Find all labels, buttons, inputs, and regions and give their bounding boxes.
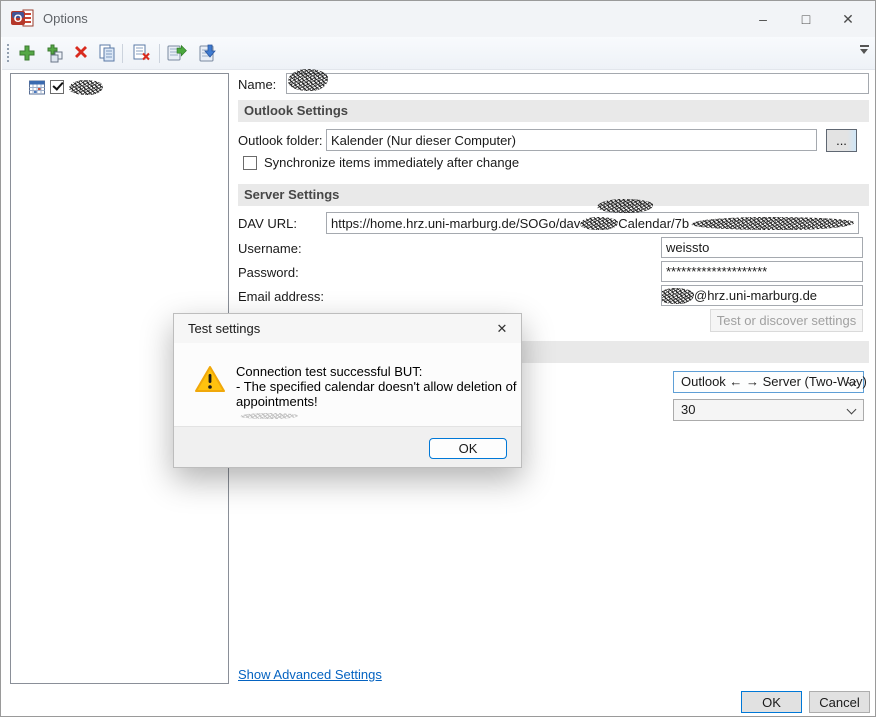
calendar-icon <box>29 80 45 95</box>
warning-icon <box>194 365 226 397</box>
import-profiles-icon[interactable] <box>194 40 220 66</box>
name-input[interactable] <box>286 73 869 94</box>
redacted-dialog-text <box>240 413 298 419</box>
title-bar: O Options – □ ✕ <box>1 1 875 37</box>
ok-button[interactable]: OK <box>741 691 802 713</box>
cancel-button[interactable]: Cancel <box>809 691 870 713</box>
dialog-ok-button[interactable]: OK <box>429 438 507 459</box>
window-title: Options <box>43 11 88 26</box>
export-profiles-icon[interactable] <box>164 40 190 66</box>
server-settings-header: Server Settings <box>238 184 869 206</box>
outlook-folder-input[interactable]: Kalender (Nur dieser Computer) <box>326 129 817 151</box>
username-label: Username: <box>238 241 302 256</box>
dialog-title: Test settings <box>174 314 521 343</box>
sync-interval-select[interactable]: 30 <box>673 399 864 421</box>
email-label: Email address: <box>238 289 324 304</box>
username-input[interactable]: weissto <box>661 237 863 258</box>
password-input[interactable]: ******************** <box>661 261 863 282</box>
close-button[interactable]: ✕ <box>831 4 865 34</box>
outlook-settings-header: Outlook Settings <box>238 100 869 122</box>
redacted-name-value <box>288 69 328 91</box>
dialog-close-icon[interactable]: ✕ <box>485 314 519 343</box>
dav-url-label: DAV URL: <box>238 216 297 231</box>
test-settings-button: Test or discover settings <box>710 309 863 332</box>
password-label: Password: <box>238 265 299 280</box>
outlook-folder-label: Outlook folder: <box>238 133 323 148</box>
redacted-url-part <box>691 217 854 230</box>
toolbar-separator <box>122 44 123 63</box>
redacted-email-local-part <box>661 288 694 304</box>
show-advanced-settings-link[interactable]: Show Advanced Settings <box>238 667 382 682</box>
add-multiple-profiles-icon[interactable] <box>42 40 68 66</box>
add-profile-icon[interactable] <box>14 40 40 66</box>
chevron-down-icon <box>847 405 857 415</box>
delete-profile-icon[interactable] <box>68 40 94 66</box>
sync-immediately-label: Synchronize items immediately after chan… <box>264 155 519 170</box>
dialog-message: Connection test successful BUT: - The sp… <box>236 364 528 409</box>
email-input[interactable]: @hrz.uni-marburg.de <box>661 285 863 306</box>
copy-profile-icon[interactable] <box>94 40 120 66</box>
redacted-url-part <box>580 217 618 230</box>
minimize-button[interactable]: – <box>746 4 780 34</box>
toolbar-overflow-icon[interactable] <box>858 45 870 57</box>
profile-list-item[interactable] <box>29 78 103 96</box>
redacted-profile-name <box>69 80 103 95</box>
redacted-url-overflow <box>597 199 653 213</box>
test-settings-dialog: Test settings ✕ Connection test successf… <box>173 313 522 468</box>
toolbar <box>2 37 876 70</box>
maximize-button[interactable]: □ <box>789 4 823 34</box>
name-label: Name: <box>238 77 276 92</box>
dav-url-input[interactable]: https://home.hrz.uni-marburg.de/SOGo/dav… <box>326 212 859 234</box>
options-window: O Options – □ ✕ <box>0 0 876 717</box>
profile-enabled-checkbox[interactable] <box>50 80 64 94</box>
sync-immediately-row: Synchronize items immediately after chan… <box>243 155 519 170</box>
sync-immediately-checkbox[interactable] <box>243 156 257 170</box>
toolbar-separator <box>159 44 160 63</box>
svg-text:O: O <box>14 13 23 25</box>
clear-cache-icon[interactable] <box>128 40 154 66</box>
app-icon: O <box>11 9 35 28</box>
browse-folder-button[interactable]: ... <box>826 129 857 152</box>
toolbar-grip-icon[interactable] <box>7 44 9 64</box>
sync-mode-select[interactable]: Outlook ← → Server (Two-Way) <box>673 371 864 393</box>
